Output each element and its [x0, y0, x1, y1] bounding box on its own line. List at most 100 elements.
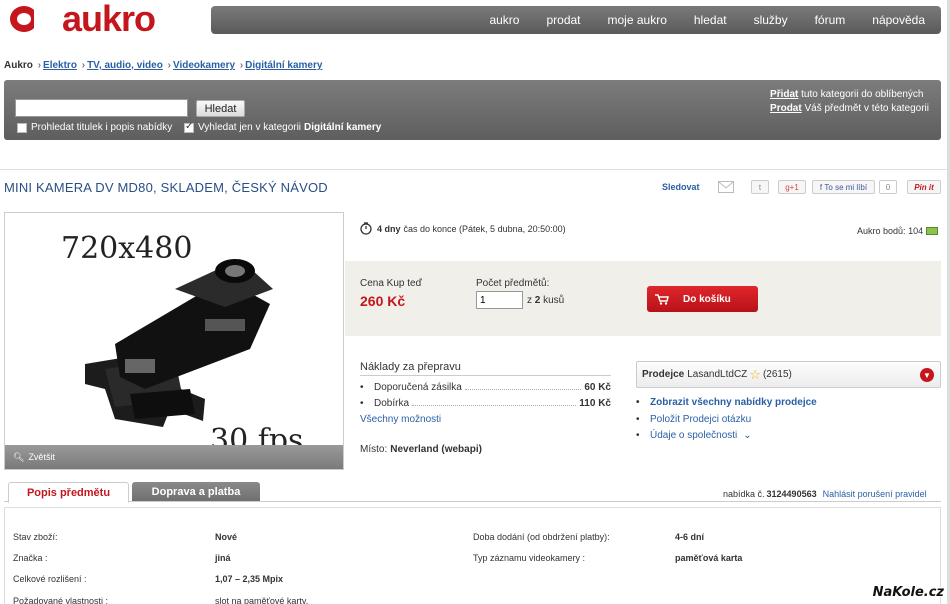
aukro-logo[interactable]: aukro: [6, 0, 156, 39]
checkbox-checked[interactable]: [184, 121, 194, 133]
breadcrumb-videokamery[interactable]: Videokamery: [173, 60, 235, 71]
bullet: •: [636, 414, 640, 425]
breadcrumb-root: Aukro: [4, 60, 33, 71]
quantity-of: z: [527, 295, 532, 306]
magnifier-icon: 🔍︎: [13, 451, 25, 462]
facebook-like-label: To se mi líbí: [824, 182, 868, 192]
nav-sluzby[interactable]: služby: [754, 13, 788, 27]
spec-label: Stav zboží:: [13, 532, 58, 542]
chevron-down-icon[interactable]: ▼: [920, 368, 934, 382]
buy-box: Cena Kup teď 260 Kč Počet předmětů: z 2 …: [345, 261, 941, 336]
pinterest-label: Pin it: [907, 180, 941, 194]
report-violation-link[interactable]: Nahlásit porušení pravidel: [823, 489, 927, 499]
search-input[interactable]: [15, 99, 188, 117]
all-shipping-options-link[interactable]: Všechny možnosti: [360, 414, 441, 425]
nav-napoveda[interactable]: nápověda: [872, 13, 925, 27]
aukro-points: Aukro bodů: 104: [857, 226, 939, 236]
breadcrumb-separator: ›: [167, 60, 171, 71]
spec-label: Typ záznamu videokamery :: [473, 553, 586, 563]
spec-value: jiná: [215, 553, 231, 563]
shipping-row: • Dobírka 110 Kč: [360, 398, 611, 409]
breadcrumb-separator: ›: [81, 60, 86, 71]
seller-rating: (2615): [762, 369, 792, 380]
offer-number-label: nabídka č.: [723, 489, 765, 499]
bullet: •: [360, 382, 364, 393]
item-specifications: Stav zboží: Nové Značka : jiná Celkové r…: [4, 507, 941, 604]
follow-link[interactable]: Sledovat: [662, 180, 700, 194]
zoom-label: Zvětšit: [28, 452, 55, 462]
price-label: Cena Kup teď: [360, 278, 422, 289]
search-band: Hledat Prohledat titulek i popis nabídky…: [4, 80, 941, 140]
seller-box[interactable]: Prodejce LasandLtdCZ ☆ (2615) ▼: [636, 361, 941, 388]
quantity-available: z 2 kusů: [527, 295, 564, 306]
category-actions: Přidat tuto kategorii do oblíbených Prod…: [770, 88, 929, 116]
seller-name: LasandLtdCZ: [687, 369, 748, 380]
nav-aukro[interactable]: aukro: [489, 13, 519, 27]
divider: [0, 169, 947, 170]
add-category-favorite-link[interactable]: Přidat: [770, 89, 798, 100]
quantity-label: Počet předmětů:: [476, 278, 550, 289]
like-count: 0: [879, 180, 897, 194]
search-button[interactable]: Hledat: [196, 100, 245, 117]
company-info-link[interactable]: • Údaje o společnosti ⌄: [636, 430, 752, 441]
facebook-like-box[interactable]: f To se mi líbí: [812, 180, 875, 194]
mini-camera-photo: [85, 259, 273, 427]
search-title-description-checkbox[interactable]: Prohledat titulek i popis nabídky: [17, 122, 172, 133]
quantity-input[interactable]: [476, 291, 523, 309]
sell-category-text: Váš předmět v této kategorii: [804, 103, 929, 114]
tab-description[interactable]: Popis předmětu: [8, 482, 129, 503]
shipping-price: 60 Kč: [584, 382, 611, 393]
nav-forum[interactable]: fórum: [815, 13, 846, 27]
checkbox-label: Vyhledat jen v kategorii: [198, 122, 302, 133]
twitter-icon[interactable]: t: [751, 180, 769, 194]
ask-seller-label: Položit Prodejci otázku: [650, 414, 752, 425]
shipping-heading: Náklady za přepravu: [360, 361, 461, 373]
zoom-bar[interactable]: 🔍︎ Zvětšit: [5, 445, 343, 469]
top-navigation: aukro prodat moje aukro hledat služby fó…: [211, 6, 941, 34]
nav-moje-aukro[interactable]: moje aukro: [608, 13, 667, 27]
facebook-icon: f: [819, 182, 823, 192]
seller-all-offers-link[interactable]: • Zobrazit všechny nabídky prodejce: [636, 397, 817, 408]
breadcrumb-separator: ›: [239, 60, 244, 71]
spec-label: Značka :: [13, 553, 48, 563]
breadcrumb-elektro[interactable]: Elektro: [43, 60, 77, 71]
google-plus-label: +1: [789, 182, 799, 192]
spec-label: Požadované vlastnosti :: [13, 596, 109, 604]
star-icon: ☆: [749, 366, 761, 382]
nav-prodat[interactable]: prodat: [546, 13, 580, 27]
cart-icon: [655, 293, 669, 305]
watermark: NaKole.cz: [872, 585, 944, 600]
google-plus-box[interactable]: g +1: [778, 180, 806, 194]
price-value: 260 Kč: [360, 293, 406, 309]
bullet: •: [636, 397, 640, 408]
tab-shipping-payment[interactable]: Doprava a platba: [132, 482, 260, 502]
spec-label: Doba dodání (od obdržení platby):: [473, 532, 610, 542]
email-icon[interactable]: [718, 180, 734, 194]
location-value: Neverland (webapi): [390, 444, 482, 455]
logo-text: aukro: [62, 0, 156, 39]
ask-seller-link[interactable]: • Položit Prodejci otázku: [636, 414, 751, 425]
bullet: •: [636, 430, 640, 441]
nav-hledat[interactable]: hledat: [694, 13, 727, 27]
product-image[interactable]: 720x480 30 fps 🔍︎ Zvětšit: [4, 212, 344, 470]
checkbox-unchecked[interactable]: [17, 122, 27, 133]
breadcrumb-tv-audio-video[interactable]: TV, audio, video: [87, 60, 163, 71]
search-category-only-checkbox[interactable]: Vyhledat jen v kategorii Digitální kamer…: [184, 121, 381, 133]
time-remaining-text: čas do konce (Pátek, 5 dubna, 20:50:00): [403, 223, 566, 234]
facebook-like-button[interactable]: f To se mi líbí: [812, 180, 875, 194]
checkbox-label: Prohledat titulek i popis nabídky: [31, 122, 173, 133]
pinterest-button[interactable]: Pin it: [907, 180, 941, 194]
google-plus-button[interactable]: g +1: [778, 180, 806, 194]
breadcrumb-digitalni-kamery[interactable]: Digitální kamery: [245, 60, 322, 71]
aukro-logo-icon: [6, 3, 58, 35]
offer-number: 3124490563: [766, 489, 817, 499]
spec-value: Nové: [215, 532, 238, 542]
spec-label: Celkové rozlišení :: [13, 574, 87, 584]
twitter-box[interactable]: t: [751, 180, 769, 194]
points-value: 104: [908, 226, 924, 236]
sell-in-category-link[interactable]: Prodat: [770, 103, 802, 114]
add-to-cart-button[interactable]: Do košíku: [647, 286, 758, 312]
divider: [4, 501, 941, 502]
offer-info: nabídka č. 3124490563 Nahlásit porušení pr…: [723, 489, 927, 499]
chevron-down-icon: ⌄: [743, 430, 752, 441]
